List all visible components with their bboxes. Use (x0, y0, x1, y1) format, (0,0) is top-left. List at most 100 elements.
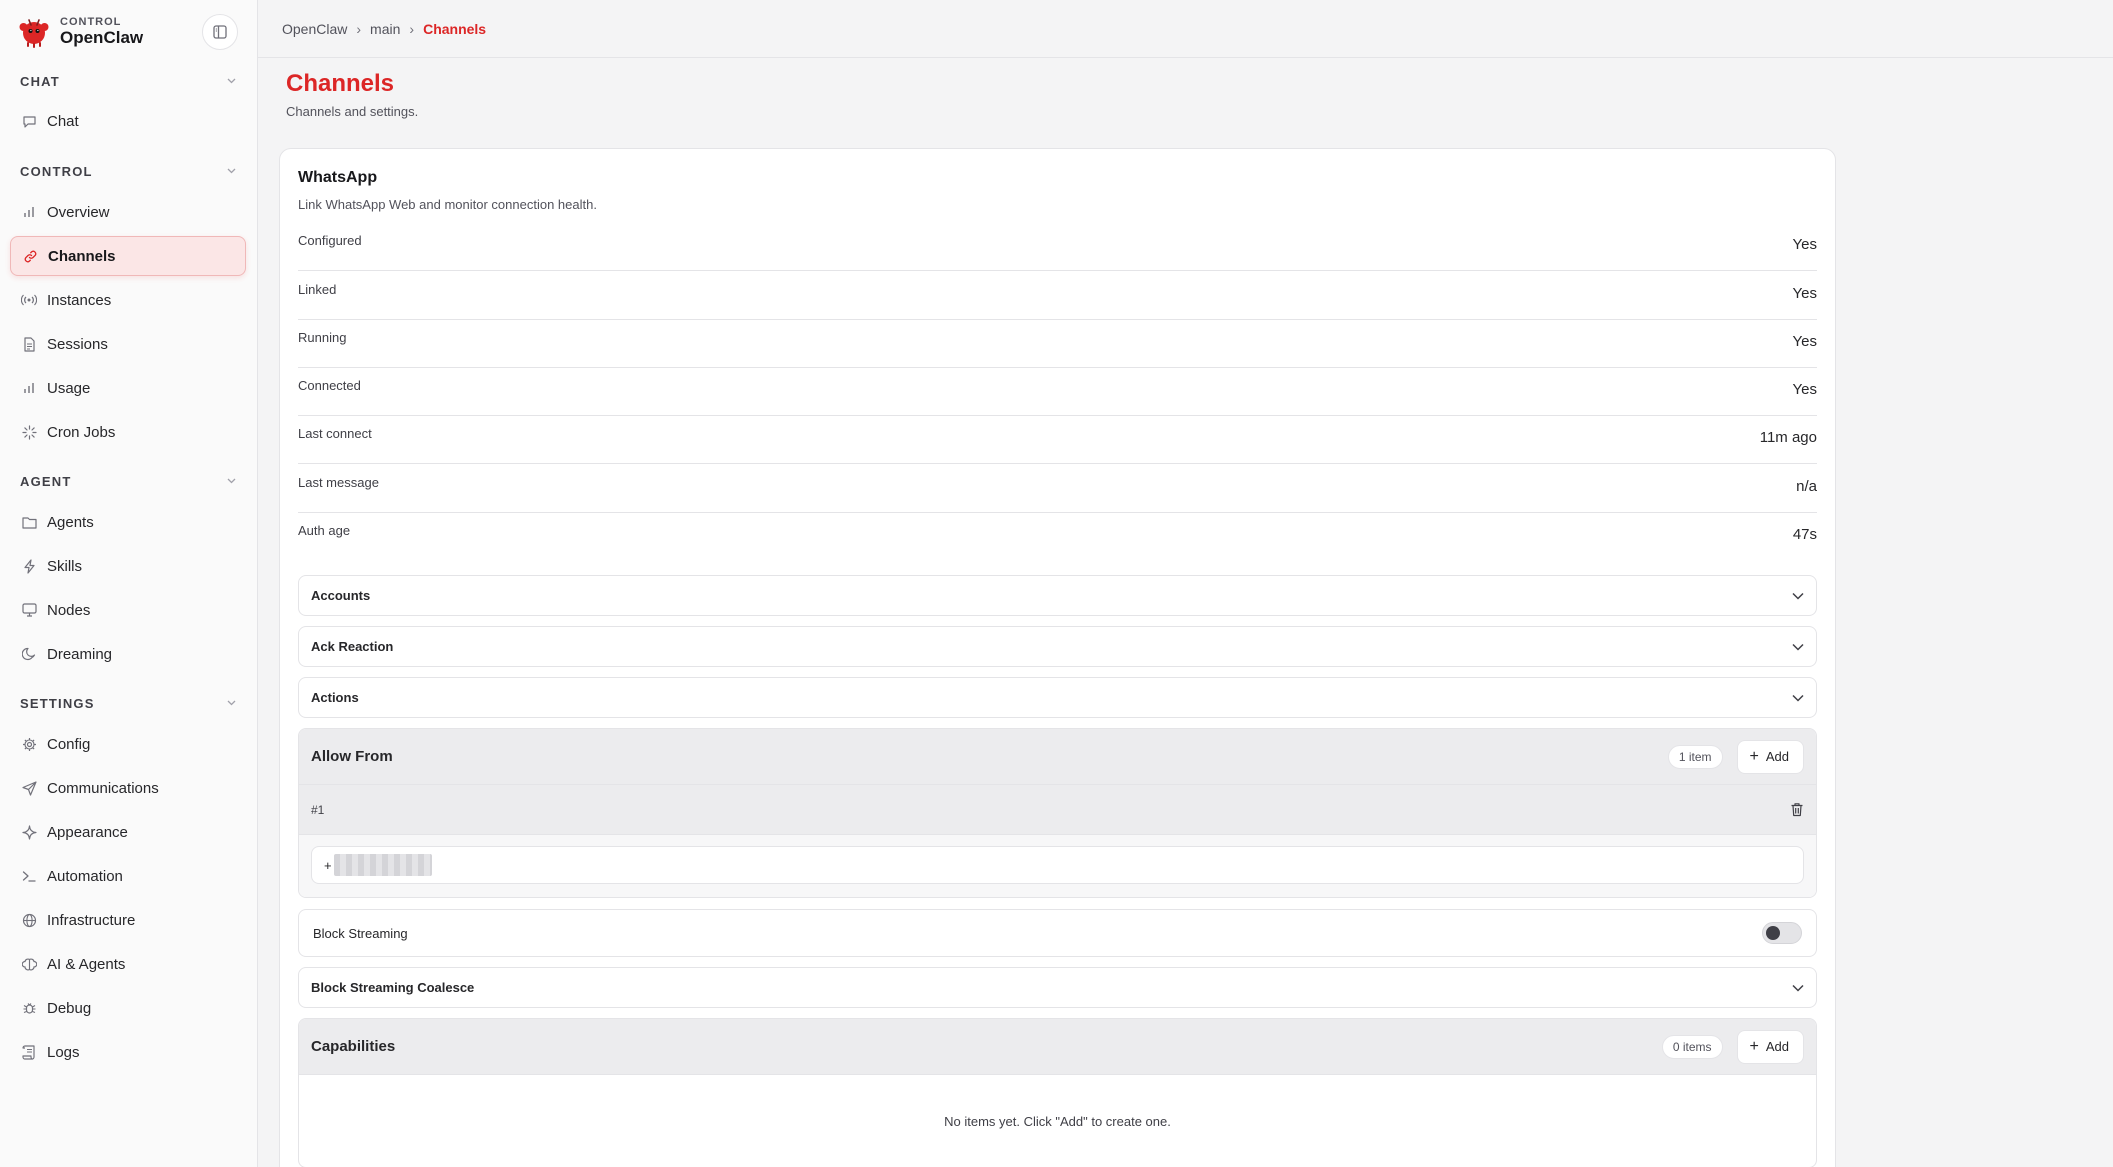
allow-from-input[interactable]: + (311, 846, 1804, 884)
plus-icon: + (1749, 747, 1759, 765)
chevron-down-icon (1792, 984, 1804, 992)
collapse-sidebar-button[interactable] (202, 14, 238, 50)
sidebar-item-label: Instances (47, 291, 112, 309)
sidebar-item-logs[interactable]: Logs (10, 1032, 246, 1072)
sidebar-item-appearance[interactable]: Appearance (10, 812, 246, 852)
section-title: CHAT (20, 73, 60, 89)
section-label: Actions (311, 690, 359, 705)
sidebar-item-label: Dreaming (47, 645, 113, 663)
sidebar-item-label: Chat (47, 112, 79, 130)
sidebar-item-label: Overview (47, 203, 110, 221)
sidebar-item-label: Agents (47, 513, 94, 531)
add-capability-button[interactable]: + Add (1736, 1029, 1804, 1064)
section-header-agent[interactable]: AGENT (0, 468, 258, 494)
brand-eyebrow: CONTROL (60, 16, 122, 28)
sidebar-item-label: Logs (47, 1043, 80, 1061)
link-icon (22, 248, 38, 264)
sidebar-item-debug[interactable]: Debug (10, 988, 246, 1028)
section-label: Accounts (311, 588, 371, 603)
breadcrumb-item-main[interactable]: main (370, 21, 400, 37)
capabilities-empty-state: No items yet. Click "Add" to create one. (944, 1113, 1171, 1129)
sidebar-item-infrastructure[interactable]: Infrastructure (10, 900, 246, 940)
sidebar-item-sessions[interactable]: Sessions (10, 324, 246, 364)
sidebar-item-communications[interactable]: Communications (10, 768, 246, 808)
chevron-down-icon (227, 78, 236, 84)
stat-value: n/a (1796, 478, 1817, 495)
block-streaming-label: Block Streaming (313, 925, 408, 941)
ack-reaction-section[interactable]: Ack Reaction (298, 626, 1817, 667)
sidebar-item-nodes[interactable]: Nodes (10, 590, 246, 630)
section-header-chat[interactable]: CHAT (0, 68, 258, 94)
breadcrumb-current: Channels (423, 20, 487, 37)
section-title: AGENT (20, 473, 72, 489)
sidebar-item-label: Debug (47, 999, 92, 1017)
sidebar-item-chat[interactable]: Chat (10, 101, 246, 141)
sidebar-item-label: Automation (47, 867, 123, 885)
block-streaming-toggle[interactable] (1762, 922, 1802, 944)
stat-value: 11m ago (1759, 429, 1817, 446)
chevron-down-icon (1792, 694, 1804, 702)
sidebar-item-channels[interactable]: Channels (10, 236, 246, 276)
terminal-icon (21, 868, 37, 884)
sidebar-item-cron-jobs[interactable]: Cron Jobs (10, 412, 246, 452)
sparkle-icon (21, 824, 37, 840)
whatsapp-card: WhatsApp Link WhatsApp Web and monitor c… (279, 148, 1836, 1167)
chevron-down-icon (227, 700, 236, 706)
stat-row-auth-age: Auth age 47s (298, 513, 1817, 561)
stat-value: Yes (1792, 381, 1817, 398)
nav-section-agent: AGENT (0, 468, 258, 494)
sidebar-item-overview[interactable]: Overview (10, 192, 246, 232)
sidebar-item-skills[interactable]: Skills (10, 546, 246, 586)
stat-row-connected: Connected Yes (298, 368, 1817, 416)
allow-from-item-body: + (299, 835, 1816, 897)
sidebar-item-instances[interactable]: Instances (10, 280, 246, 320)
sidebar-item-label: Sessions (47, 335, 108, 353)
sidebar-item-label: Usage (47, 379, 91, 397)
chevron-down-icon (1792, 643, 1804, 651)
globe-icon (21, 912, 37, 928)
allow-from-section: Allow From 1 item + Add #1 + (298, 728, 1817, 898)
section-label: Block Streaming Coalesce (311, 980, 475, 995)
monitor-icon (21, 602, 37, 618)
actions-section[interactable]: Actions (298, 677, 1817, 718)
chevron-down-icon (227, 478, 236, 484)
send-icon (21, 780, 37, 796)
section-label: Ack Reaction (311, 639, 394, 654)
breadcrumb-separator: › (356, 20, 362, 37)
section-header-control[interactable]: CONTROL (0, 158, 258, 184)
stat-row-linked: Linked Yes (298, 272, 1817, 320)
stat-label: Last message (298, 475, 379, 490)
sidebar-item-agents[interactable]: Agents (10, 502, 246, 542)
section-header-settings[interactable]: SETTINGS (0, 690, 258, 716)
section-title: Allow From (311, 748, 393, 765)
add-allow-from-button[interactable]: + Add (1736, 739, 1804, 774)
block-streaming-coalesce-section[interactable]: Block Streaming Coalesce (298, 967, 1817, 1008)
input-value: + (324, 857, 332, 873)
bolt-icon (21, 558, 37, 574)
sidebar: CONTROL OpenClaw CHAT Chat CONTROL Overv… (0, 0, 258, 1167)
page-title: Channels (286, 70, 395, 97)
accounts-section[interactable]: Accounts (298, 575, 1817, 616)
sidebar-item-ai-agents[interactable]: AI & Agents (10, 944, 246, 984)
sidebar-item-label: Nodes (47, 601, 91, 619)
breadcrumb-separator: › (409, 20, 415, 37)
document-icon (21, 336, 37, 352)
sidebar-item-dreaming[interactable]: Dreaming (10, 634, 246, 674)
stat-row-last-connect: Last connect 11m ago (298, 416, 1817, 464)
sidebar-item-automation[interactable]: Automation (10, 856, 246, 896)
allow-from-item-header: #1 (299, 785, 1816, 835)
sidebar-item-usage[interactable]: Usage (10, 368, 246, 408)
plus-icon: + (1749, 1037, 1759, 1055)
allow-from-header: Allow From 1 item + Add (299, 729, 1816, 785)
sidebar-item-config[interactable]: Config (10, 724, 246, 764)
brain-icon (21, 956, 37, 972)
item-count-badge: 1 item (1667, 744, 1723, 769)
stat-value: Yes (1792, 236, 1817, 253)
breadcrumb-item-openclaw[interactable]: OpenClaw (282, 21, 347, 37)
chevron-down-icon (227, 168, 236, 174)
brand[interactable]: CONTROL OpenClaw (18, 14, 143, 50)
nav-section-control: CONTROL (0, 158, 258, 184)
trash-icon[interactable] (1790, 802, 1804, 817)
nav-section-settings: SETTINGS (0, 690, 258, 716)
item-count-badge: 0 items (1661, 1034, 1723, 1059)
